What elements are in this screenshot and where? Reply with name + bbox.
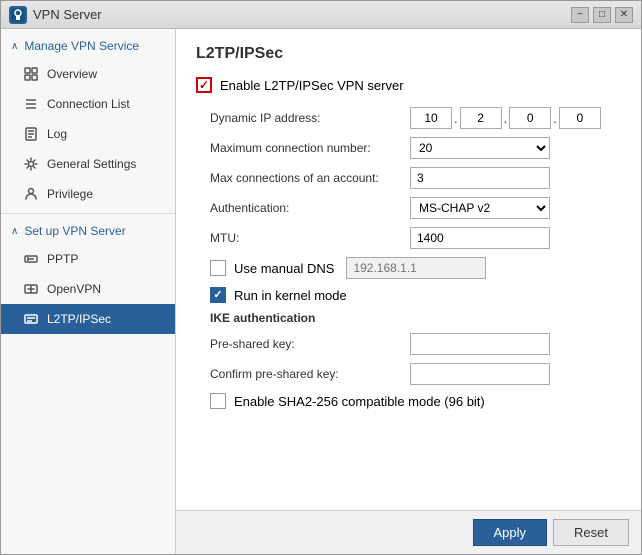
main-content: L2TP/IPSec ✓ Enable L2TP/IPSec VPN serve… (176, 29, 641, 510)
sidebar-item-general-settings-label: General Settings (47, 157, 136, 171)
reset-button[interactable]: Reset (553, 519, 629, 546)
pre-shared-key-input[interactable] (410, 333, 550, 355)
openvpn-icon (23, 281, 39, 297)
sidebar-item-general-settings[interactable]: General Settings (1, 149, 175, 179)
manual-dns-checkbox[interactable] (210, 260, 226, 276)
pre-shared-key-row: Pre-shared key: (210, 333, 621, 355)
sidebar-item-pptp[interactable]: PPTP (1, 244, 175, 274)
confirm-pre-shared-key-row: Confirm pre-shared key: (210, 363, 621, 385)
log-icon (23, 126, 39, 142)
titlebar: VPN Server − □ ✕ (1, 1, 641, 29)
content-area: ∧ Manage VPN Service Overview (1, 29, 641, 554)
sidebar-item-connection-list-label: Connection List (47, 97, 130, 111)
enable-checkbox[interactable]: ✓ (196, 77, 212, 93)
apply-button[interactable]: Apply (473, 519, 548, 546)
pptp-icon (23, 251, 39, 267)
l2tp-icon (23, 311, 39, 327)
authentication-row: Authentication: MS-CHAP v2 (210, 197, 621, 219)
sidebar-divider (1, 213, 175, 214)
mtu-label: MTU: (210, 231, 410, 245)
ip-dot-1: . (454, 111, 458, 126)
sidebar-section-setup[interactable]: ∧ Set up VPN Server (1, 218, 175, 244)
minimize-button[interactable]: − (571, 7, 589, 23)
titlebar-controls: − □ ✕ (571, 7, 633, 23)
sidebar-item-l2tp-label: L2TP/IPSec (47, 312, 111, 326)
sidebar-item-overview[interactable]: Overview (1, 59, 175, 89)
titlebar-left: VPN Server (9, 6, 102, 24)
settings-icon (23, 156, 39, 172)
kernel-mode-checkbox[interactable]: ✓ (210, 287, 226, 303)
sidebar-item-overview-label: Overview (47, 67, 97, 81)
footer-bar: Apply Reset (176, 510, 641, 554)
sidebar-section-setup-label: Set up VPN Server (24, 224, 125, 238)
sidebar-item-privilege-label: Privilege (47, 187, 93, 201)
enable-label: Enable L2TP/IPSec VPN server (220, 78, 404, 93)
confirm-pre-shared-key-label: Confirm pre-shared key: (210, 367, 410, 381)
confirm-pre-shared-key-input[interactable] (410, 363, 550, 385)
sidebar-item-log-label: Log (47, 127, 67, 141)
maximize-button[interactable]: □ (593, 7, 611, 23)
sidebar-item-l2tp[interactable]: L2TP/IPSec (1, 304, 175, 334)
close-button[interactable]: ✕ (615, 7, 633, 23)
mtu-input[interactable] (410, 227, 550, 249)
authentication-select[interactable]: MS-CHAP v2 (410, 197, 550, 219)
manual-dns-label: Use manual DNS (234, 261, 334, 276)
ip-dot-3: . (553, 111, 557, 126)
dns-ip-input[interactable] (346, 257, 486, 279)
main-panel: L2TP/IPSec ✓ Enable L2TP/IPSec VPN serve… (176, 29, 641, 554)
sha2-checkbox[interactable] (210, 393, 226, 409)
max-connection-label: Maximum connection number: (210, 141, 410, 155)
ip-octet3-input[interactable] (509, 107, 551, 129)
list-icon (23, 96, 39, 112)
mtu-row: MTU: (210, 227, 621, 249)
sidebar-item-pptp-label: PPTP (47, 252, 78, 266)
chevron-up-icon-2: ∧ (11, 226, 18, 237)
ike-section: IKE authentication Pre-shared key: Confi… (196, 311, 621, 385)
sidebar-item-openvpn[interactable]: OpenVPN (1, 274, 175, 304)
user-icon (23, 186, 39, 202)
page-title: L2TP/IPSec (196, 45, 621, 63)
ip-octet2-input[interactable] (460, 107, 502, 129)
sidebar: ∧ Manage VPN Service Overview (1, 29, 176, 554)
manual-dns-row: Use manual DNS (196, 257, 621, 279)
sha2-row: Enable SHA2-256 compatible mode (96 bit) (196, 393, 621, 409)
overview-icon (23, 66, 39, 82)
sidebar-item-privilege[interactable]: Privilege (1, 179, 175, 209)
sidebar-item-log[interactable]: Log (1, 119, 175, 149)
kernel-mode-row: ✓ Run in kernel mode (196, 287, 621, 303)
app-icon (9, 6, 27, 24)
check-icon: ✓ (199, 79, 209, 91)
pre-shared-key-label: Pre-shared key: (210, 337, 410, 351)
ip-dot-2: . (504, 111, 508, 126)
form-section: Dynamic IP address: . . . (196, 107, 621, 249)
ip-octet4-input[interactable] (559, 107, 601, 129)
ike-section-label: IKE authentication (210, 311, 621, 325)
kernel-check-icon: ✓ (213, 290, 222, 301)
kernel-mode-label: Run in kernel mode (234, 288, 347, 303)
authentication-label: Authentication: (210, 201, 410, 215)
max-connection-select[interactable]: 20 (410, 137, 550, 159)
max-per-account-label: Max connections of an account: (210, 171, 410, 185)
max-per-account-row: Max connections of an account: (210, 167, 621, 189)
sidebar-section-manage[interactable]: ∧ Manage VPN Service (1, 33, 175, 59)
dynamic-ip-label: Dynamic IP address: (210, 111, 410, 125)
sha2-label: Enable SHA2-256 compatible mode (96 bit) (234, 394, 485, 409)
chevron-up-icon: ∧ (11, 41, 18, 52)
sidebar-section-manage-label: Manage VPN Service (24, 39, 139, 53)
ip-group: . . . (410, 107, 601, 129)
sidebar-item-connection-list[interactable]: Connection List (1, 89, 175, 119)
main-window: VPN Server − □ ✕ ∧ Manage VPN Service (0, 0, 642, 555)
ip-octet1-input[interactable] (410, 107, 452, 129)
max-per-account-input[interactable] (410, 167, 550, 189)
window-title: VPN Server (33, 7, 102, 22)
enable-row: ✓ Enable L2TP/IPSec VPN server (196, 77, 621, 93)
sidebar-item-openvpn-label: OpenVPN (47, 282, 101, 296)
max-connection-row: Maximum connection number: 20 (210, 137, 621, 159)
dynamic-ip-row: Dynamic IP address: . . . (210, 107, 621, 129)
